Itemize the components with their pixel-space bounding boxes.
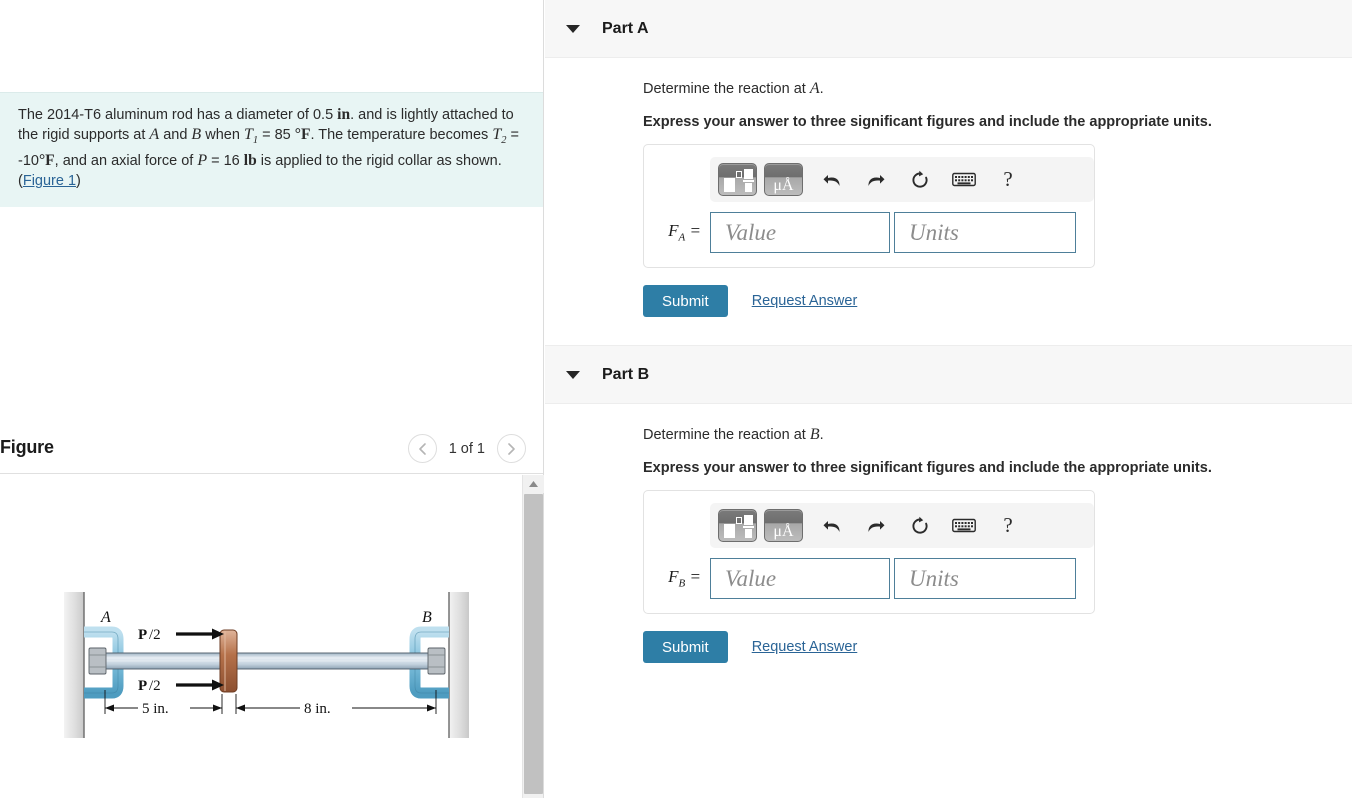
scroll-up-arrow-icon[interactable] <box>523 475 544 493</box>
help-icon[interactable]: ? <box>986 509 1030 542</box>
var-A: A <box>149 126 160 143</box>
undo-icon[interactable] <box>810 163 854 196</box>
problem-line2-d: = 85 <box>258 127 295 143</box>
keyboard-icon[interactable] <box>942 163 986 196</box>
math-template-icon[interactable] <box>718 509 757 542</box>
figure-scrollbar[interactable] <box>522 475 544 798</box>
part-a-spacer <box>545 317 1352 345</box>
problem-line3-c: , and an axial force of <box>54 153 198 170</box>
part-b-body: Determine the reaction at B. Express you… <box>545 404 1352 663</box>
part-b-label: Part B <box>602 365 650 383</box>
svg-text:P: P <box>138 678 147 694</box>
math-template-icon[interactable] <box>718 163 757 196</box>
part-a-answer-box: μÅ ? FA = Value Units <box>643 144 1095 268</box>
units-glyph: μÅ <box>773 177 794 194</box>
var-T2: T2 <box>492 126 507 147</box>
part-a-answer-row: FA = Value Units <box>658 212 1080 253</box>
figure-canvas[interactable]: A B P /2 P /2 5 in. 8 in. <box>0 475 522 798</box>
problem-page: The 2014-T6 aluminum rod has a diameter … <box>0 0 1352 798</box>
unit-lb: lb <box>243 152 257 170</box>
keyboard-icon[interactable] <box>942 509 986 542</box>
var-B: B <box>191 126 202 143</box>
rod-assembly-diagram: A B P /2 P /2 5 in. 8 in. <box>64 592 469 738</box>
part-a-math-toolbar: μÅ ? <box>710 157 1094 202</box>
reset-icon[interactable] <box>898 509 942 542</box>
undo-icon[interactable] <box>810 509 854 542</box>
svg-text:5 in.: 5 in. <box>142 701 169 717</box>
part-b-header[interactable]: Part B <box>545 346 1352 404</box>
left-pane: The 2014-T6 aluminum rod has a diameter … <box>0 0 544 798</box>
part-b-answer-row: FB = Value Units <box>658 558 1080 599</box>
part-b-variable-label: FB = <box>668 567 701 590</box>
svg-text:B: B <box>422 609 432 626</box>
part-b-submit-button[interactable]: Submit <box>643 631 728 663</box>
part-b-actions: Submit Request Answer <box>643 631 1352 663</box>
part-a-actions: Submit Request Answer <box>643 285 1352 317</box>
part-b-prompt: Determine the reaction at B. <box>643 426 824 443</box>
collapse-caret-icon-part-a[interactable] <box>566 24 580 33</box>
problem-line2-e: . The <box>310 127 344 143</box>
part-b-request-answer-link[interactable]: Request Answer <box>752 639 858 655</box>
svg-text:/2: /2 <box>149 627 161 643</box>
problem-statement-block: The 2014-T6 aluminum rod has a diameter … <box>0 92 543 208</box>
svg-text:P: P <box>138 627 147 643</box>
unit-degF-1: °F <box>294 126 311 143</box>
part-a-variable-label: FA = <box>668 221 701 244</box>
part-a-instruction: Express your answer to three significant… <box>643 114 1212 130</box>
chevron-left-icon[interactable] <box>407 434 437 463</box>
problem-line1-b: . and is lightly <box>350 107 438 123</box>
var-T1: T1 <box>243 126 259 147</box>
part-b-math-toolbar: μÅ ? <box>710 503 1094 548</box>
part-a-prompt-var: A <box>809 80 820 97</box>
unit-degF-2: °F <box>38 152 55 170</box>
right-pane: Part A Determine the reaction at A. Expr… <box>545 0 1352 798</box>
part-b-units-input[interactable]: Units <box>894 558 1076 599</box>
part-a-value-input[interactable]: Value <box>710 212 890 253</box>
figure-header: Figure 1 of 1 <box>0 428 543 474</box>
part-a-units-input[interactable]: Units <box>894 212 1076 253</box>
svg-text:/2: /2 <box>149 678 161 694</box>
part-a-request-answer-link[interactable]: Request Answer <box>752 293 858 309</box>
scrollbar-thumb[interactable] <box>524 494 543 794</box>
part-b-value-input[interactable]: Value <box>710 558 890 599</box>
problem-statement-text: The 2014-T6 aluminum rod has a diameter … <box>18 105 525 191</box>
figure-link-close: ) <box>76 173 81 190</box>
problem-line3-d: = 16 <box>207 153 244 170</box>
part-a-body: Determine the reaction at A. Express you… <box>545 58 1352 317</box>
problem-line3-a: temperature becomes <box>347 127 493 143</box>
units-palette-icon[interactable]: μÅ <box>764 509 803 542</box>
svg-text:8 in.: 8 in. <box>304 701 331 717</box>
reset-icon[interactable] <box>898 163 942 196</box>
redo-icon[interactable] <box>854 509 898 542</box>
part-b-answer-box: μÅ ? FB = Value Units <box>643 490 1095 614</box>
problem-line3-e: is <box>256 153 272 170</box>
figure-1-link[interactable]: Figure 1 <box>23 173 76 189</box>
units-palette-icon[interactable]: μÅ <box>764 163 803 196</box>
redo-icon[interactable] <box>854 163 898 196</box>
problem-line2-c: when <box>201 127 244 143</box>
figure-panel-title: Figure <box>0 437 54 457</box>
problem-line2-b: and <box>159 127 192 143</box>
unit-inch: in <box>337 106 351 123</box>
figure-counter: 1 of 1 <box>448 440 485 457</box>
part-a-prompt: Determine the reaction at A. <box>643 80 824 97</box>
part-b-instruction: Express your answer to three significant… <box>643 460 1212 476</box>
part-a-label: Part A <box>602 19 649 37</box>
figure-navigation: 1 of 1 <box>407 434 526 463</box>
units-glyph: μÅ <box>773 523 794 540</box>
part-b-prompt-var: B <box>809 426 820 443</box>
chevron-right-icon[interactable] <box>497 434 526 463</box>
part-a-header[interactable]: Part A <box>545 0 1352 58</box>
svg-text:A: A <box>100 609 111 626</box>
collapse-caret-icon-part-b[interactable] <box>566 370 580 379</box>
problem-line4: applied to the rigid collar as shown. <box>275 153 502 170</box>
help-icon[interactable]: ? <box>986 163 1030 196</box>
var-P: P <box>197 152 208 170</box>
part-a-submit-button[interactable]: Submit <box>643 285 728 317</box>
problem-line1-a: The 2014-T6 aluminum rod has a diameter … <box>18 107 338 123</box>
